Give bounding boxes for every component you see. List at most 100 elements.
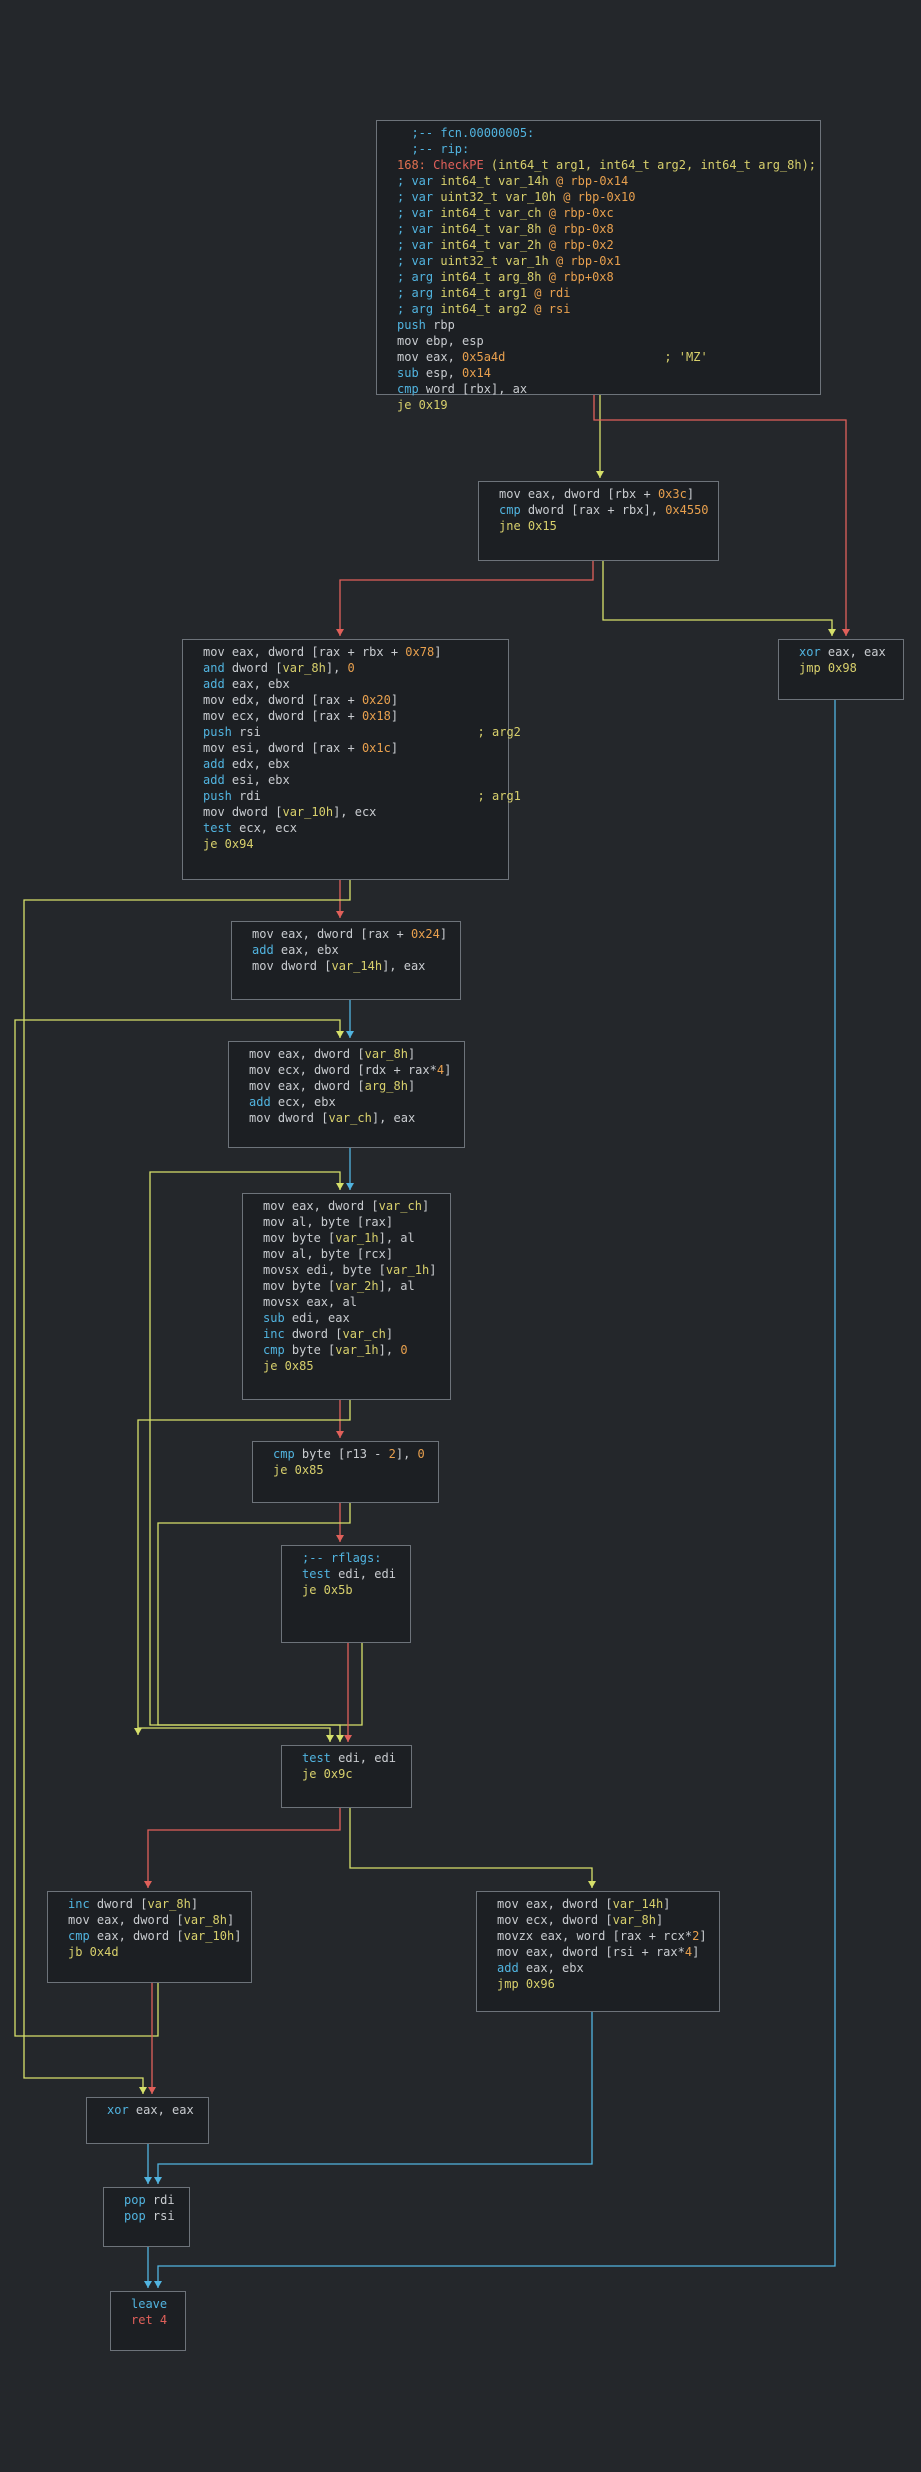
code-token: var_10h	[183, 1929, 235, 1943]
arrowhead	[336, 629, 344, 636]
code-token: xor	[107, 2103, 129, 2117]
code-line: mov edx, dword [rax + 0x20]	[183, 692, 508, 708]
code-token: ]	[439, 927, 448, 941]
code-token: 'MZ'	[678, 350, 708, 364]
code-line: je 0x85	[243, 1358, 450, 1374]
block-xor-eax[interactable]: xor eax, eax	[86, 2097, 209, 2144]
code-token: @ rbp-0xc	[548, 206, 614, 220]
code-line: movsx edi, byte [var_1h]	[243, 1262, 450, 1278]
code-token: ]	[421, 1199, 430, 1213]
code-line: mov ecx, dword [rax + 0x18]	[183, 708, 508, 724]
code-token: rsi	[231, 725, 478, 739]
code-line: je 0x9c	[282, 1766, 411, 1782]
code-token: ]	[663, 1897, 671, 1911]
edge-n7-n10-c	[138, 1727, 331, 1742]
arrowhead	[148, 2087, 156, 2094]
code-token: ; arg2	[477, 725, 521, 739]
block-pop-registers[interactable]: pop rdi pop rsi	[103, 2187, 190, 2247]
code-line: movsx eax, al	[243, 1294, 450, 1310]
code-line: mov eax, dword [var_8h]	[229, 1046, 464, 1062]
code-line: mov eax, 0x5a4d ; 'MZ'	[377, 349, 820, 365]
code-token: mov eax, dword [rax +	[252, 927, 411, 941]
code-token: eax, eax	[128, 2103, 194, 2117]
block-entry-checkpe[interactable]: ;-- fcn.00000005: ;-- rip: 168: CheckPE (…	[376, 120, 821, 412]
code-token: arg2	[490, 302, 535, 316]
code-token: movzx eax, word [rax + rcx*	[497, 1929, 693, 1943]
code-token: byte [r13 -	[294, 1447, 389, 1461]
code-line: cmp byte [r13 - 2], 0	[253, 1446, 438, 1462]
code-token: var_2h	[335, 1279, 379, 1293]
code-token: ;-- rip:	[397, 142, 470, 156]
code-token: ]	[407, 1047, 416, 1061]
arrowhead	[588, 1881, 596, 1888]
code-token: dword [rax + rbx],	[520, 503, 666, 517]
code-token: 0x4550	[665, 503, 709, 517]
code-token: @ rdi	[534, 286, 571, 300]
block-rflags-test[interactable]: ;-- rflags: test edi, edi je 0x5b	[281, 1545, 411, 1643]
code-token: mov eax, dword [	[68, 1913, 184, 1927]
block-check-pe-signature[interactable]: mov eax, dword [rbx + 0x3c] cmp dword [ra…	[478, 481, 719, 561]
code-token: edx, ebx	[224, 757, 290, 771]
code-token: mov edx, dword [rax +	[203, 693, 362, 707]
code-token: ]	[429, 1263, 437, 1277]
code-token: mov byte [	[263, 1279, 336, 1293]
code-token: eax, dword [	[89, 1929, 184, 1943]
code-token: ; arg	[397, 286, 441, 300]
code-line: ; arg int64_t arg2 @ rsi	[377, 301, 820, 317]
code-token: int64_t	[440, 238, 491, 252]
code-line: add eax, ebx	[232, 942, 460, 958]
code-token: 0x14	[462, 366, 491, 380]
arrowhead	[326, 1735, 334, 1742]
code-token: add	[252, 943, 274, 957]
code-line: ; var int64_t var_2h @ rbp-0x2	[377, 237, 820, 253]
code-token: rbx	[469, 382, 491, 396]
code-token: var_8h	[364, 1047, 408, 1061]
block-next-index[interactable]: inc dword [var_8h] mov eax, dword [var_8h…	[47, 1891, 252, 1983]
code-line: jb 0x4d	[48, 1944, 251, 1960]
code-token: 0	[417, 1447, 425, 1461]
code-line: mov al, byte [rcx]	[243, 1246, 450, 1262]
arrowhead	[336, 1431, 344, 1438]
arrowhead	[344, 1735, 352, 1742]
block-ordinals-table[interactable]: mov eax, dword [rax + 0x24] add eax, ebx m…	[231, 921, 461, 1000]
code-token: ; arg	[397, 270, 441, 284]
block-string-compare[interactable]: mov eax, dword [var_ch] mov al, byte [rax…	[242, 1193, 451, 1400]
code-token: word	[418, 382, 463, 396]
code-token: cmp	[397, 382, 419, 396]
code-token: ]	[686, 487, 695, 501]
block-leave-ret[interactable]: leave ret 4	[110, 2291, 186, 2351]
code-line: je 0x85	[253, 1462, 438, 1478]
code-token: je 0x19	[397, 398, 448, 412]
code-line: leave	[111, 2296, 185, 2312]
code-token: je 0x94	[203, 837, 254, 851]
code-line: ; arg int64_t arg1 @ rdi	[377, 285, 820, 301]
block-name-lookup[interactable]: mov eax, dword [var_8h] mov ecx, dword [r…	[228, 1041, 465, 1148]
code-token: rdi	[231, 789, 478, 803]
block-return-zero-jump[interactable]: xor eax, eax jmp 0x98	[778, 639, 904, 700]
code-token: dword [	[224, 661, 283, 675]
code-token: 0	[347, 661, 355, 675]
code-line: mov eax, dword [var_ch]	[243, 1198, 450, 1214]
code-token: var_8h	[147, 1897, 191, 1911]
code-token: int64_t	[440, 174, 491, 188]
code-token: int64_t	[440, 286, 491, 300]
code-token: ], ecx	[333, 805, 377, 819]
code-token: cmp	[273, 1447, 295, 1461]
code-line: push rsi ; arg2	[183, 724, 521, 740]
code-token: byte [	[284, 1343, 336, 1357]
code-line: add eax, ebx	[183, 676, 508, 692]
code-token: ]	[190, 1897, 199, 1911]
code-token: int64_t	[440, 270, 491, 284]
block-resolve-address[interactable]: mov eax, dword [var_14h] mov ecx, dword […	[476, 1891, 720, 2012]
code-token: 0x1c	[361, 741, 391, 755]
block-null-check[interactable]: cmp byte [r13 - 2], 0 je 0x85	[252, 1441, 439, 1503]
code-line: mov ecx, dword [rdx + rax*4]	[229, 1062, 464, 1078]
code-token: 4	[684, 1945, 693, 1959]
code-token: 0x3c	[657, 487, 687, 501]
block-export-directory[interactable]: mov eax, dword [rax + rbx + 0x78] and dwo…	[182, 639, 521, 880]
code-line: ; var int64_t var_ch @ rbp-0xc	[377, 205, 820, 221]
code-token: 0x20	[361, 693, 391, 707]
code-token: leave	[131, 2297, 168, 2311]
code-line: je 0x94	[183, 836, 508, 852]
block-test-result[interactable]: test edi, edi je 0x9c	[281, 1745, 412, 1808]
